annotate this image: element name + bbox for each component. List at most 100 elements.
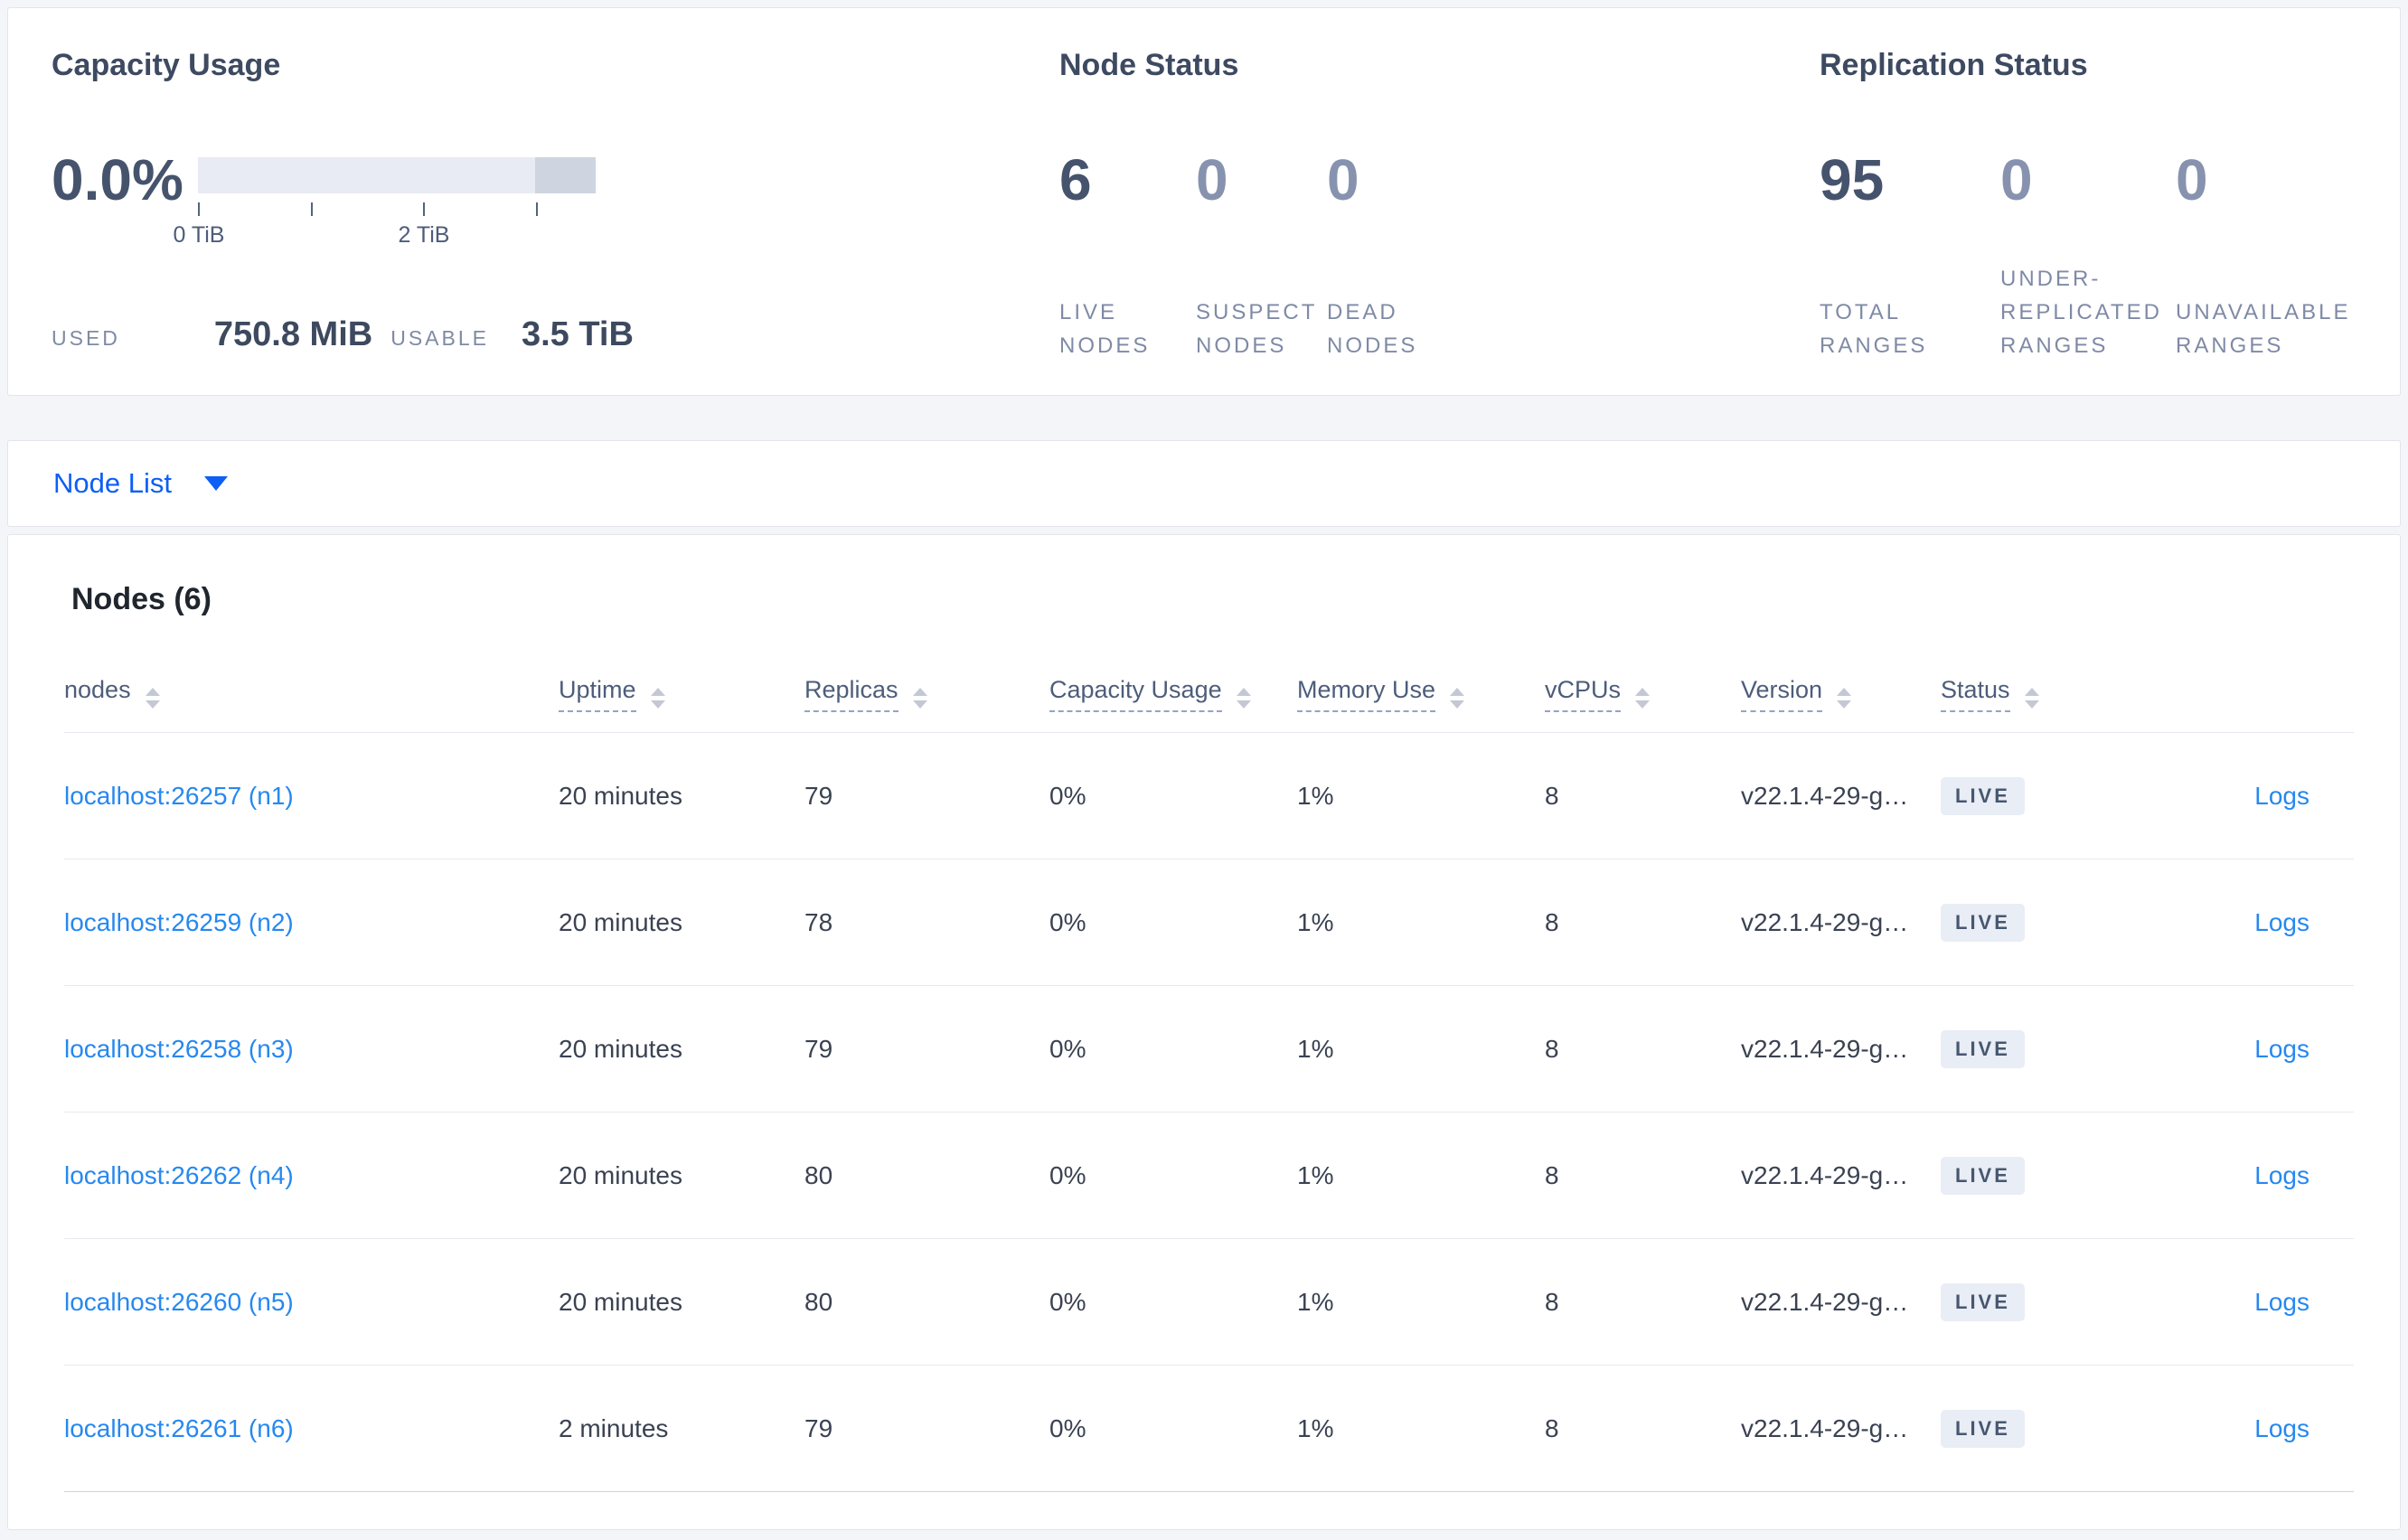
- version-cell: v22.1.4-29-g…: [1741, 1034, 1909, 1063]
- status-badge: LIVE: [1941, 1409, 2025, 1448]
- capacity-usage-title: Capacity Usage: [52, 48, 281, 82]
- uptime-cell: 2 minutes: [559, 1413, 669, 1442]
- capacity-usage-cell: 0%: [1049, 1160, 1086, 1189]
- total-ranges-value: 95: [1820, 147, 1885, 212]
- node-link[interactable]: localhost:26261 (n6): [64, 1414, 294, 1442]
- capacity-usage-panel: Capacity Usage 0.0% 0 TiB 2 TiB USED 750.…: [52, 8, 1010, 395]
- axis-tick: [311, 202, 313, 216]
- usable-label: USABLE: [390, 326, 489, 350]
- table-header-row: nodes Uptime Replicas Capacity Usage Mem…: [64, 667, 2354, 733]
- view-selector-bar: Node List: [7, 440, 2401, 527]
- cluster-summary-card: Capacity Usage 0.0% 0 TiB 2 TiB USED 750.…: [7, 7, 2401, 396]
- capacity-used-percent: 0.0%: [52, 147, 183, 212]
- capacity-usage-cell: 0%: [1049, 781, 1086, 810]
- under-replicated-ranges-label: UNDER-REPLICATED RANGES: [2000, 267, 2162, 358]
- sort-icon[interactable]: [145, 688, 160, 709]
- nodes-section-title: Nodes (6): [71, 582, 212, 616]
- memory-use-cell: 1%: [1297, 1287, 1334, 1316]
- axis-tick: [423, 202, 425, 216]
- column-header-version[interactable]: Version: [1741, 676, 1941, 712]
- node-link[interactable]: localhost:26257 (n1): [64, 782, 294, 810]
- sort-icon[interactable]: [1450, 688, 1465, 709]
- logs-link[interactable]: Logs: [2254, 1288, 2309, 1316]
- sort-icon[interactable]: [1837, 688, 1852, 709]
- total-ranges-label: TOTAL RANGES: [1820, 300, 1928, 358]
- dead-nodes-label: DEAD NODES: [1327, 300, 1418, 358]
- live-nodes-label: LIVE NODES: [1059, 300, 1151, 358]
- capacity-bar-nonusable-segment: [535, 157, 596, 193]
- node-list-dropdown[interactable]: Node List: [53, 441, 228, 526]
- sort-icon[interactable]: [1635, 688, 1651, 709]
- vcpus-cell: 8: [1545, 1413, 1559, 1442]
- total-ranges-stat: 95 TOTAL RANGES: [1820, 8, 1955, 395]
- live-nodes-value: 6: [1059, 147, 1092, 212]
- logs-link[interactable]: Logs: [2254, 1035, 2309, 1063]
- replicas-cell: 79: [804, 1413, 833, 1442]
- chevron-down-icon: [203, 476, 228, 491]
- axis-tick-label-0: 0 TiB: [173, 222, 225, 248]
- table-row: localhost:26259 (n2) 20 minutes 78 0% 1%…: [64, 859, 2354, 986]
- column-header-replicas[interactable]: Replicas: [804, 676, 1049, 712]
- replication-status-panel: Replication Status 95 TOTAL RANGES 0 UND…: [1820, 8, 2398, 395]
- version-cell: v22.1.4-29-g…: [1741, 781, 1909, 810]
- column-header-status[interactable]: Status: [1941, 676, 2176, 712]
- logs-link[interactable]: Logs: [2254, 1161, 2309, 1189]
- uptime-cell: 20 minutes: [559, 1160, 682, 1189]
- replicas-cell: 79: [804, 1034, 833, 1063]
- unavailable-ranges-label: UNAVAILABLE RANGES: [2176, 300, 2351, 358]
- under-replicated-ranges-stat: 0 UNDER-REPLICATED RANGES: [2000, 8, 2181, 395]
- replicas-cell: 80: [804, 1160, 833, 1189]
- node-link[interactable]: localhost:26258 (n3): [64, 1035, 294, 1063]
- status-badge: LIVE: [1941, 1156, 2025, 1195]
- replicas-cell: 78: [804, 907, 833, 936]
- suspect-nodes-label: SUSPECT NODES: [1196, 300, 1317, 358]
- axis-tick: [198, 202, 200, 216]
- capacity-bar-track: [198, 157, 596, 193]
- status-badge: LIVE: [1941, 903, 2025, 942]
- column-header-uptime[interactable]: Uptime: [559, 676, 804, 712]
- memory-use-cell: 1%: [1297, 1413, 1334, 1442]
- capacity-usage-cell: 0%: [1049, 1287, 1086, 1316]
- node-link[interactable]: localhost:26259 (n2): [64, 908, 294, 936]
- table-row: localhost:26257 (n1) 20 minutes 79 0% 1%…: [64, 733, 2354, 859]
- used-label: USED: [52, 326, 120, 350]
- sort-icon[interactable]: [912, 688, 927, 709]
- nodes-table: nodes Uptime Replicas Capacity Usage Mem…: [64, 667, 2354, 1492]
- column-header-nodes[interactable]: nodes: [64, 676, 559, 710]
- vcpus-cell: 8: [1545, 907, 1559, 936]
- vcpus-cell: 8: [1545, 1160, 1559, 1189]
- capacity-usage-cell: 0%: [1049, 1413, 1086, 1442]
- logs-link[interactable]: Logs: [2254, 1414, 2309, 1442]
- node-link[interactable]: localhost:26260 (n5): [64, 1288, 294, 1316]
- suspect-nodes-stat: 0 SUSPECT NODES: [1196, 8, 1322, 395]
- capacity-bar: 0 TiB 2 TiB: [174, 157, 596, 257]
- unavailable-ranges-value: 0: [2176, 147, 2208, 212]
- logs-link[interactable]: Logs: [2254, 908, 2309, 936]
- sort-icon[interactable]: [2024, 688, 2039, 709]
- version-cell: v22.1.4-29-g…: [1741, 907, 1909, 936]
- vcpus-cell: 8: [1545, 781, 1559, 810]
- axis-tick-label-2: 2 TiB: [398, 222, 450, 248]
- sort-icon[interactable]: [1236, 688, 1251, 709]
- column-header-vcpus[interactable]: vCPUs: [1545, 676, 1741, 712]
- unavailable-ranges-stat: 0 UNAVAILABLE RANGES: [2176, 8, 2356, 395]
- memory-use-cell: 1%: [1297, 1034, 1334, 1063]
- replicas-cell: 80: [804, 1287, 833, 1316]
- capacity-stats-row: USED 750.8 MiB USABLE 3.5 TiB: [52, 315, 634, 354]
- logs-link[interactable]: Logs: [2254, 782, 2309, 810]
- vcpus-cell: 8: [1545, 1287, 1559, 1316]
- sort-icon[interactable]: [650, 688, 665, 709]
- column-header-capacity-usage[interactable]: Capacity Usage: [1049, 676, 1297, 712]
- column-header-memory-use[interactable]: Memory Use: [1297, 676, 1545, 712]
- uptime-cell: 20 minutes: [559, 781, 682, 810]
- vcpus-cell: 8: [1545, 1034, 1559, 1063]
- table-row: localhost:26262 (n4) 20 minutes 80 0% 1%…: [64, 1113, 2354, 1239]
- uptime-cell: 20 minutes: [559, 907, 682, 936]
- memory-use-cell: 1%: [1297, 781, 1334, 810]
- node-link[interactable]: localhost:26262 (n4): [64, 1161, 294, 1189]
- memory-use-cell: 1%: [1297, 907, 1334, 936]
- status-badge: LIVE: [1941, 1029, 2025, 1068]
- axis-tick: [536, 202, 538, 216]
- node-list-dropdown-label[interactable]: Node List: [53, 467, 172, 500]
- uptime-cell: 20 minutes: [559, 1034, 682, 1063]
